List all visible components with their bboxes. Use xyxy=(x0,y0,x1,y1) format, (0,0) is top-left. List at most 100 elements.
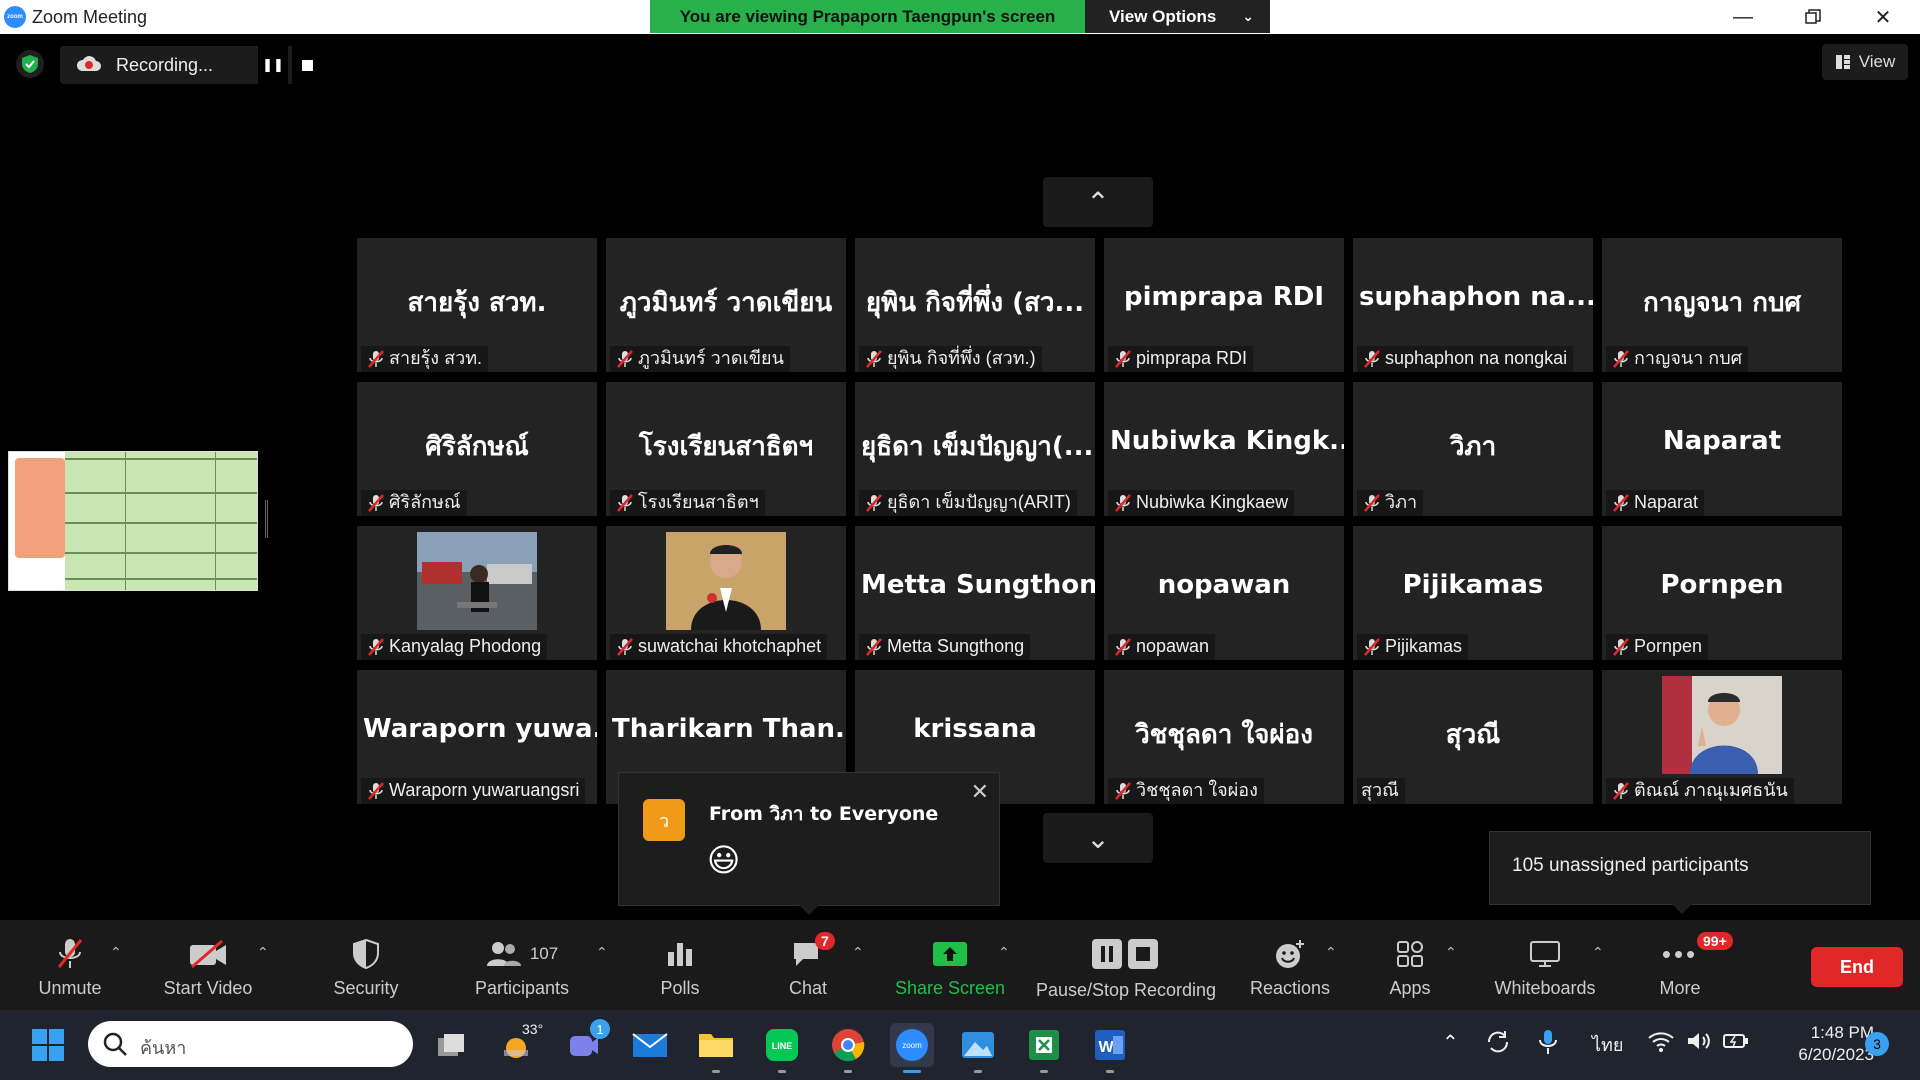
close-chat-popup-button[interactable]: ✕ xyxy=(971,779,989,805)
view-layout-icon xyxy=(1835,55,1850,69)
taskbar-clock[interactable]: 1:48 PM 6/20/2023 xyxy=(1770,1022,1874,1066)
participant-tile[interactable]: ภูวมินทร์ วาดเขียน ภูวมินทร์ วาดเขียน xyxy=(606,238,846,372)
notification-count-badge[interactable]: 3 xyxy=(1865,1032,1889,1056)
zoom-app-icon: zoom xyxy=(4,6,26,28)
participant-display-name: Naparat xyxy=(1662,426,1782,456)
chrome-app-icon[interactable] xyxy=(826,1023,870,1073)
line-app-icon[interactable]: LINE xyxy=(760,1023,804,1073)
taskbar-search-input[interactable]: ค้นหา xyxy=(88,1021,413,1067)
participant-name-label: Pornpen xyxy=(1606,634,1709,660)
participant-tile[interactable]: Nubiwka Kingk... Nubiwka Kingkaew xyxy=(1104,382,1344,516)
file-explorer-icon[interactable] xyxy=(694,1023,738,1073)
microphone-tray-icon[interactable] xyxy=(1538,1028,1558,1061)
participants-options-caret[interactable]: ⌃ xyxy=(596,944,608,961)
sync-icon[interactable] xyxy=(1484,1028,1512,1061)
participant-name: วิชชุลดา ใจผ่อง xyxy=(1136,780,1258,800)
restore-button[interactable] xyxy=(1788,2,1838,32)
share-screen-button[interactable]: Share Screen xyxy=(890,920,1010,1010)
task-view-icon[interactable] xyxy=(430,1023,474,1067)
battery-icon[interactable] xyxy=(1722,1030,1750,1057)
unmute-button[interactable]: Unmute xyxy=(28,920,112,1010)
audio-options-caret[interactable]: ⌃ xyxy=(110,944,122,961)
participant-tile[interactable]: วิภา วิภา xyxy=(1353,382,1593,516)
reactions-button[interactable]: Reactions xyxy=(1250,920,1330,1010)
minimize-button[interactable]: — xyxy=(1718,2,1768,32)
chat-sender-line: From วิภา to Everyone xyxy=(709,803,939,825)
participants-button[interactable]: 107 Participants xyxy=(472,920,572,1010)
excel-app-icon[interactable] xyxy=(1022,1023,1066,1073)
reactions-icon xyxy=(1276,940,1304,968)
apps-options-caret[interactable]: ⌃ xyxy=(1445,944,1457,961)
participant-display-name: กาญจนา กบศ xyxy=(1643,288,1801,318)
participant-display-name: วิชชุลดา ใจผ่อง xyxy=(1135,720,1313,750)
participant-tile[interactable]: Kanyalag Phodong xyxy=(357,526,597,660)
participant-name: suphaphon na nongkai xyxy=(1385,348,1568,368)
show-hidden-icons-chevron[interactable]: ⌃ xyxy=(1442,1030,1459,1055)
whiteboards-button[interactable]: Whiteboards xyxy=(1490,920,1600,1010)
apps-button[interactable]: Apps xyxy=(1370,920,1450,1010)
mail-app-icon[interactable] xyxy=(628,1023,672,1067)
participant-tile[interactable]: ศิริลักษณ์ ศิริลักษณ์ xyxy=(357,382,597,516)
participants-count: 107 xyxy=(529,944,559,963)
mic-muted-icon xyxy=(1613,638,1629,656)
whiteboards-options-caret[interactable]: ⌃ xyxy=(1592,944,1604,961)
whiteboard-icon xyxy=(1530,941,1560,967)
participant-tile[interactable]: ติณณ์ ภาณุเมศธนัน xyxy=(1602,670,1842,804)
participant-display-name: krissana xyxy=(913,714,1037,744)
split-view-handle[interactable] xyxy=(265,500,268,538)
participant-tile[interactable]: Pijikamas Pijikamas xyxy=(1353,526,1593,660)
security-shield-icon[interactable] xyxy=(16,50,44,78)
search-placeholder: ค้นหา xyxy=(140,1038,187,1058)
participant-tile[interactable]: Naparat Naparat xyxy=(1602,382,1842,516)
video-options-caret[interactable]: ⌃ xyxy=(257,944,269,961)
participant-photo xyxy=(1662,676,1782,774)
photos-app-icon[interactable] xyxy=(956,1023,1000,1073)
start-video-button[interactable]: Start Video xyxy=(158,920,258,1010)
wifi-icon[interactable] xyxy=(1648,1030,1674,1057)
participant-tile[interactable]: วิชชุลดา ใจผ่อง วิชชุลดา ใจผ่อง xyxy=(1104,670,1344,804)
stop-recording-button[interactable] xyxy=(292,46,322,84)
polls-button[interactable]: Polls xyxy=(640,920,720,1010)
start-button[interactable] xyxy=(26,1023,70,1067)
input-language-indicator[interactable]: ไทย xyxy=(1592,1030,1623,1059)
participant-tile[interactable]: โรงเรียนสาธิตฯ โรงเรียนสาธิตฯ xyxy=(606,382,846,516)
participant-tile[interactable]: pimprapa RDI pimprapa RDI xyxy=(1104,238,1344,372)
participant-tile[interactable]: nopawan nopawan xyxy=(1104,526,1344,660)
shared-screen-thumbnail[interactable] xyxy=(8,451,258,591)
participant-tile[interactable]: Pornpen Pornpen xyxy=(1602,526,1842,660)
end-meeting-button[interactable]: End xyxy=(1811,947,1903,987)
participant-name-label: Metta Sungthong xyxy=(859,634,1031,660)
close-window-button[interactable]: ✕ xyxy=(1858,2,1908,32)
view-options-button[interactable]: View Options ⌄ xyxy=(1085,0,1270,33)
participant-tile[interactable]: ยุธิดา เข็มปัญญา(... ยุธิดา เข็มปัญญา(ARI… xyxy=(855,382,1095,516)
participant-tile[interactable]: สุวณี สุวณี xyxy=(1353,670,1593,804)
chat-button[interactable]: Chat xyxy=(768,920,848,1010)
participant-tile[interactable]: สายรุ้ง สวท. สายรุ้ง สวท. xyxy=(357,238,597,372)
gallery-scroll-down-button[interactable]: ⌄ xyxy=(1043,813,1153,863)
whiteboards-label: Whiteboards xyxy=(1494,978,1596,998)
participant-tile[interactable]: Metta Sungthong Metta Sungthong xyxy=(855,526,1095,660)
participant-tile[interactable]: ยุพิน กิจที่พึ่ง (สว... ยุพิน กิจที่พึ่ง … xyxy=(855,238,1095,372)
zoom-taskbar-icon[interactable]: zoom xyxy=(890,1023,934,1073)
chat-notification-popup[interactable]: ว From วิภา to Everyone 😃 ✕ xyxy=(618,772,1000,915)
participant-tile[interactable]: suwatchai khotchaphet xyxy=(606,526,846,660)
chat-options-caret[interactable]: ⌃ xyxy=(852,944,864,961)
view-label: View xyxy=(1858,52,1896,71)
participant-tile[interactable]: กาญจนา กบศ กาญจนา กบศ xyxy=(1602,238,1842,372)
share-options-caret[interactable]: ⌃ xyxy=(998,944,1010,961)
view-button[interactable]: View xyxy=(1822,44,1908,80)
gallery-scroll-up-button[interactable]: ⌃ xyxy=(1043,177,1153,227)
participant-tile[interactable]: suphaphon na... suphaphon na nongkai xyxy=(1353,238,1593,372)
pause-stop-label: Pause/Stop Recording xyxy=(1035,980,1217,1000)
teams-app-icon[interactable]: 1 xyxy=(562,1019,610,1067)
pause-stop-recording-button[interactable]: Pause/Stop Recording xyxy=(1036,920,1216,1010)
word-app-icon[interactable]: W xyxy=(1088,1023,1132,1073)
participant-tile[interactable]: Waraporn yuwa... Waraporn yuwaruangsri xyxy=(357,670,597,804)
unassigned-text: 105 unassigned participants xyxy=(1512,855,1749,876)
participant-name: ยุพิน กิจที่พึ่ง (สวท.) xyxy=(887,348,1036,368)
volume-icon[interactable] xyxy=(1686,1030,1712,1057)
pause-recording-button[interactable]: ❚❚ xyxy=(258,46,288,84)
reactions-options-caret[interactable]: ⌃ xyxy=(1325,944,1337,961)
weather-widget[interactable]: 33° xyxy=(496,1021,543,1067)
security-button[interactable]: Security xyxy=(326,920,406,1010)
